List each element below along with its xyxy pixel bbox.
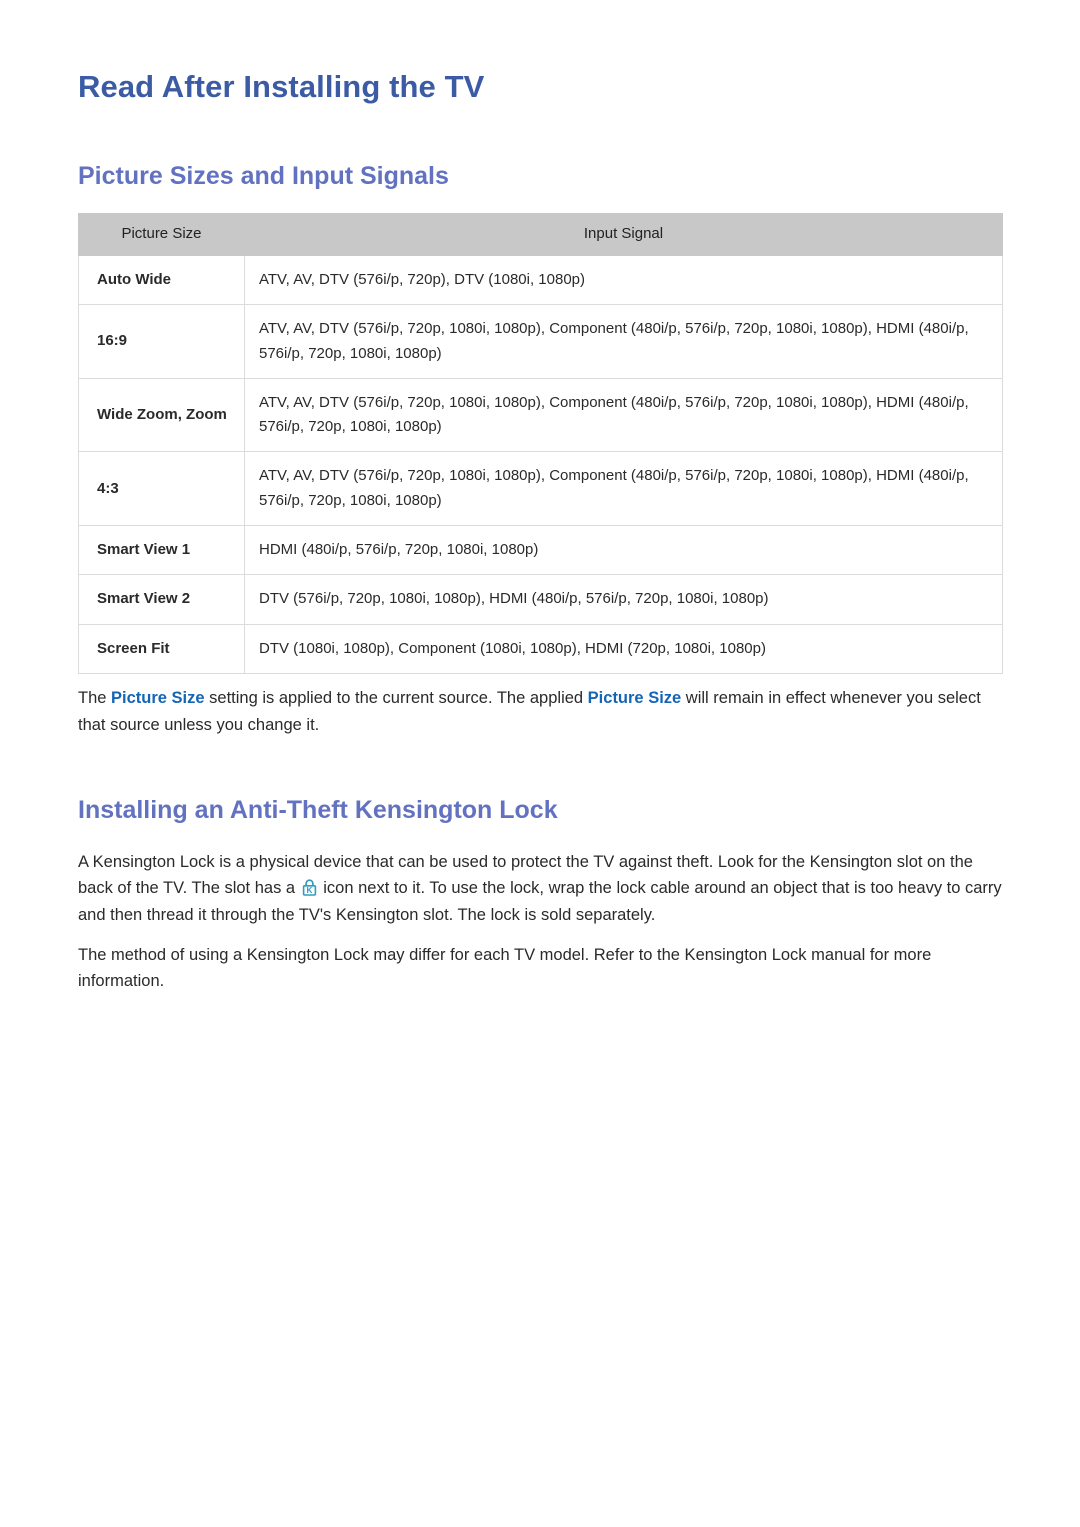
picture-size-input-signal-table: Picture Size Input Signal Auto Wide ATV,…: [78, 213, 1003, 674]
table-row: Auto Wide ATV, AV, DTV (576i/p, 720p), D…: [78, 254, 1003, 306]
page-title: Read After Installing the TV: [78, 69, 485, 104]
table-row: Wide Zoom, Zoom ATV, AV, DTV (576i/p, 72…: [78, 377, 1003, 453]
note-text-part2: setting is applied to the current source…: [204, 688, 588, 707]
table-body: Auto Wide ATV, AV, DTV (576i/p, 720p), D…: [78, 254, 1003, 674]
cell-picture-size: Smart View 1: [78, 525, 245, 576]
table-row: Screen Fit DTV (1080i, 1080p), Component…: [78, 623, 1003, 674]
section-heading-picture-sizes: Picture Sizes and Input Signals: [78, 162, 449, 191]
kensington-paragraph-1: A Kensington Lock is a physical device t…: [78, 827, 1002, 929]
table-row: 4:3 ATV, AV, DTV (576i/p, 720p, 1080i, 1…: [78, 451, 1003, 527]
cell-input-signal: DTV (576i/p, 720p, 1080i, 1080p), HDMI (…: [244, 574, 1003, 625]
cell-input-signal: DTV (1080i, 1080p), Component (1080i, 10…: [244, 623, 1003, 674]
table-row: Smart View 2 DTV (576i/p, 720p, 1080i, 1…: [78, 574, 1003, 625]
table-row: 16:9 ATV, AV, DTV (576i/p, 720p, 1080i, …: [78, 304, 1003, 379]
cell-input-signal: ATV, AV, DTV (576i/p, 720p, 1080i, 1080p…: [244, 451, 1003, 527]
cell-picture-size: Auto Wide: [78, 254, 245, 306]
note-emphasis-picture-size-2: Picture Size: [587, 688, 682, 707]
section-heading-kensington-lock: Installing an Anti-Theft Kensington Lock: [78, 796, 558, 825]
column-header-input-signal: Input Signal: [244, 213, 1003, 256]
kensington-lock-icon: K: [302, 879, 317, 897]
cell-input-signal: HDMI (480i/p, 576i/p, 720p, 1080i, 1080p…: [244, 525, 1003, 576]
note-text-part1: The: [78, 688, 112, 707]
cell-picture-size: Screen Fit: [78, 623, 245, 674]
cell-picture-size: Smart View 2: [78, 574, 245, 625]
table-header-row: Picture Size Input Signal: [78, 213, 1003, 256]
kensington-paragraph-2: The method of using a Kensington Lock ma…: [78, 945, 932, 991]
note-emphasis-picture-size-1: Picture Size: [111, 688, 205, 707]
cell-input-signal: ATV, AV, DTV (576i/p, 720p, 1080i, 1080p…: [244, 304, 1003, 379]
table-row: Smart View 1 HDMI (480i/p, 576i/p, 720p,…: [78, 525, 1003, 576]
svg-text:K: K: [306, 886, 312, 895]
cell-picture-size: 16:9: [78, 304, 245, 379]
cell-picture-size: Wide Zoom, Zoom: [78, 377, 245, 453]
document-page: Read After Installing the TV Picture Siz…: [0, 0, 1080, 1527]
picture-size-note: The Picture Size setting is applied to t…: [78, 674, 1002, 738]
cell-input-signal: ATV, AV, DTV (576i/p, 720p, 1080i, 1080p…: [244, 377, 1003, 453]
cell-picture-size: 4:3: [78, 451, 245, 527]
cell-input-signal: ATV, AV, DTV (576i/p, 720p), DTV (1080i,…: [244, 254, 1003, 306]
column-header-picture-size: Picture Size: [78, 213, 245, 256]
